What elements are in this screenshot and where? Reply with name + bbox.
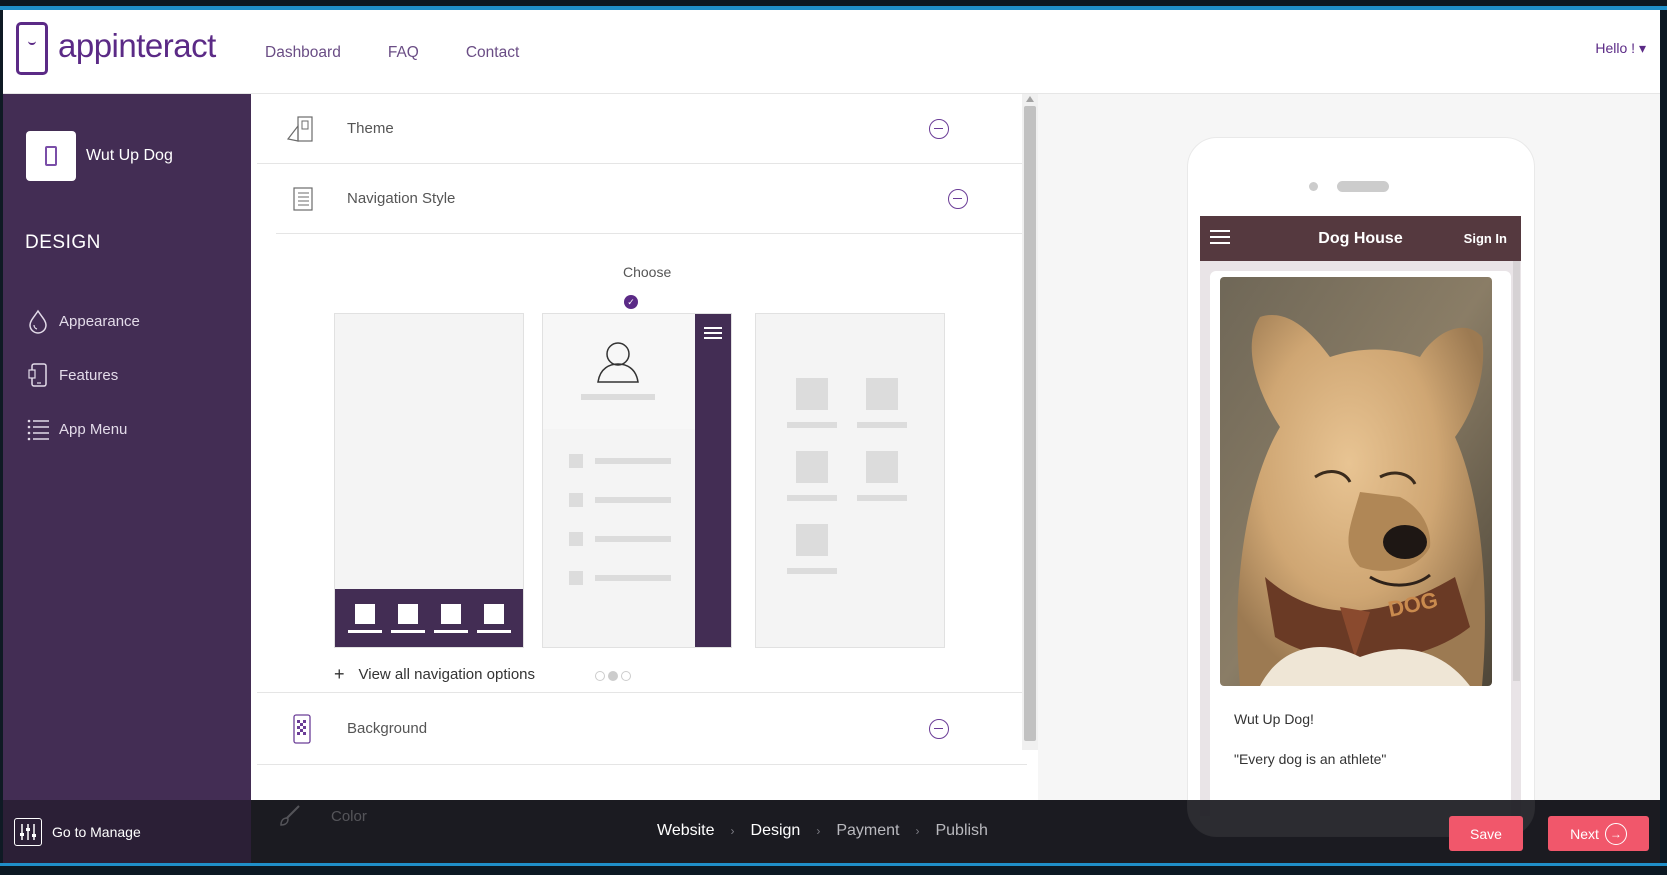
collapse-icon[interactable] — [929, 118, 949, 139]
left-sidebar: Wut Up Dog DESIGN Appearance Features Ap… — [3, 94, 251, 800]
background-icon — [293, 713, 311, 744]
accordion-color[interactable]: Color — [277, 803, 367, 829]
sign-in-link[interactable]: Sign In — [1464, 231, 1507, 246]
accordion-theme[interactable]: Theme — [257, 94, 1027, 164]
side-menu-strip — [695, 314, 731, 647]
panel-scrollbar[interactable] — [1022, 94, 1038, 750]
scroll-thumb[interactable] — [1024, 106, 1036, 741]
chevron-right-icon: › — [915, 824, 920, 838]
scroll-up-arrow-icon[interactable] — [1026, 96, 1034, 102]
step-breadcrumb: Website › Design › Payment › Publish — [657, 822, 988, 840]
speaker-icon — [1337, 181, 1389, 192]
manage-label: Go to Manage — [52, 823, 141, 840]
nav-dashboard[interactable]: Dashboard — [265, 44, 341, 62]
accordion-label: Color — [331, 807, 367, 825]
arrow-right-icon: → — [1604, 822, 1627, 845]
save-button[interactable]: Save — [1449, 816, 1523, 851]
section-title: DESIGN — [25, 232, 101, 253]
view-all-label: View all navigation options — [358, 666, 536, 683]
card-title: Wut Up Dog! — [1234, 711, 1314, 727]
nav-contact[interactable]: Contact — [466, 44, 519, 62]
top-nav: Dashboard FAQ Contact — [265, 44, 519, 62]
accordion-background[interactable]: Background — [257, 692, 1027, 765]
phone-icon — [28, 363, 47, 387]
dog-photo: DOG — [1220, 277, 1492, 686]
step-design[interactable]: Design — [751, 822, 801, 840]
logo-text: appinteract — [58, 26, 216, 64]
nav-faq[interactable]: FAQ — [388, 44, 419, 62]
next-button[interactable]: Next → — [1548, 816, 1649, 851]
design-panel: Theme Navigation Style Choose ✓ + View a… — [251, 94, 1051, 800]
carousel-dot[interactable] — [595, 671, 605, 681]
accordion-label: Navigation Style — [347, 190, 456, 207]
chevron-right-icon: › — [730, 824, 735, 838]
profile-header — [543, 314, 695, 429]
plus-icon: + — [334, 664, 345, 684]
screen-scrollbar[interactable] — [1513, 261, 1520, 681]
sidebar-item-appearance[interactable]: Appearance — [25, 294, 140, 348]
view-all-navigation-link[interactable]: + View all navigation options — [334, 664, 535, 685]
nav-option-side-menu[interactable] — [542, 313, 732, 648]
step-website[interactable]: Website — [657, 822, 715, 840]
collapse-icon[interactable] — [948, 188, 968, 209]
carousel-dot[interactable] — [621, 671, 631, 681]
phone-screen: Dog House Sign In DOG Wut Up Dog! "Every… — [1200, 216, 1521, 816]
list-icon — [27, 419, 49, 441]
app-thumbnail — [26, 131, 76, 181]
window-right-border — [1660, 10, 1667, 865]
step-payment[interactable]: Payment — [836, 822, 899, 840]
carousel-dots[interactable] — [595, 671, 631, 681]
nav-option-bottom-tabs[interactable] — [334, 313, 524, 648]
bottom-action-bar: Website › Design › Payment › Publish Sav… — [251, 800, 1660, 863]
bottom-tab-bar — [335, 589, 523, 647]
collapse-icon[interactable] — [929, 718, 949, 739]
droplet-icon — [29, 309, 47, 334]
logo-phone-icon — [16, 22, 48, 75]
logo[interactable]: appinteract — [16, 22, 216, 75]
window-top-border — [0, 0, 1667, 10]
brush-icon — [280, 805, 300, 826]
app-card[interactable]: Wut Up Dog — [26, 131, 173, 181]
card-quote: "Every dog is an athlete" — [1234, 751, 1387, 767]
app-header: Dog House Sign In — [1200, 216, 1521, 261]
go-to-manage-button[interactable]: Go to Manage — [3, 800, 251, 863]
navigation-icon — [293, 186, 313, 211]
hamburger-icon — [704, 327, 722, 342]
app-preview: Dog House Sign In DOG Wut Up Dog! "Every… — [1038, 94, 1660, 837]
accordion-label: Background — [347, 720, 428, 737]
chevron-right-icon: › — [816, 824, 821, 838]
sidebar-item-label: Features — [59, 366, 119, 384]
camera-icon — [1309, 182, 1318, 191]
user-greeting-dropdown[interactable]: Hello ! ▾ — [1595, 40, 1646, 57]
sliders-icon — [14, 817, 42, 846]
accordion-navigation-style[interactable]: Navigation Style — [276, 164, 1027, 234]
app-name: Wut Up Dog — [86, 147, 173, 164]
theme-icon — [286, 115, 313, 142]
sidebar-item-features[interactable]: Features — [25, 348, 140, 402]
accordion-label: Theme — [347, 120, 394, 137]
sidebar-menu: Appearance Features App Menu — [25, 294, 140, 456]
next-label: Next — [1570, 825, 1599, 842]
top-header: appinteract Dashboard FAQ Contact Hello … — [3, 10, 1660, 94]
content-card: DOG Wut Up Dog! "Every dog is an athlete… — [1210, 271, 1511, 816]
carousel-dot-active[interactable] — [608, 671, 618, 681]
user-icon — [597, 342, 639, 383]
phone-icon — [45, 146, 57, 166]
phone-mockup: Dog House Sign In DOG Wut Up Dog! "Every… — [1187, 137, 1535, 837]
sidebar-item-label: Appearance — [59, 312, 140, 330]
window-bottom-border — [0, 863, 1667, 875]
choose-label: Choose — [623, 264, 672, 280]
sidebar-item-app-menu[interactable]: App Menu — [25, 402, 140, 456]
nav-option-grid[interactable] — [755, 313, 945, 648]
step-publish[interactable]: Publish — [935, 822, 987, 840]
selected-check-icon: ✓ — [624, 295, 638, 309]
sidebar-item-label: App Menu — [59, 420, 128, 438]
